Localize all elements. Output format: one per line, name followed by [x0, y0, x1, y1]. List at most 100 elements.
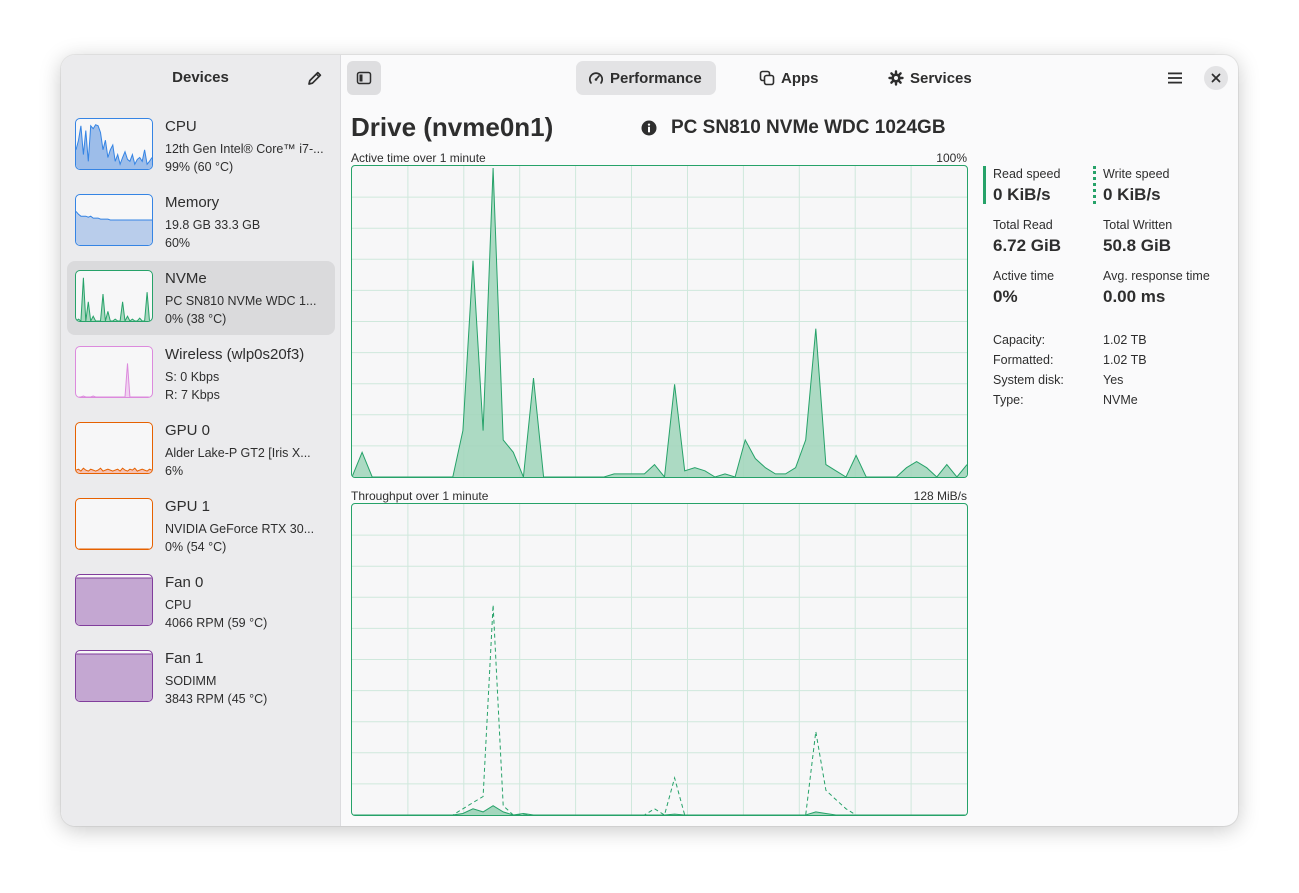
speedometer-icon [588, 72, 604, 84]
tab-performance[interactable]: Performance [576, 61, 716, 95]
thumbnail-graph [76, 467, 152, 473]
write-speed-value: 0 KiB/s [1103, 185, 1161, 204]
fan0-graph [75, 574, 153, 626]
device-name: Fan 0 [165, 574, 204, 591]
sidebar-toggle-icon [356, 71, 372, 85]
total-written-value: 50.8 GiB [1103, 236, 1172, 255]
thumbnail-area [76, 363, 152, 397]
device-usage: 4066 RPM (59 °C) [165, 616, 268, 630]
read-speed-value: 0 KiB/s [993, 185, 1051, 204]
devices-sidebar: Devices CPU 12th Gen Intel® Core™ i7-...… [61, 55, 341, 826]
gear-icon [888, 70, 904, 86]
thumbnail-graph [76, 124, 152, 169]
throughput-chart-label: Throughput over 1 minute [351, 489, 489, 503]
close-icon [1211, 73, 1221, 83]
device-usage: 3843 RPM (45 °C) [165, 692, 268, 706]
pencil-icon [308, 71, 322, 85]
write-speed-indicator [1093, 166, 1096, 204]
device-name: CPU [165, 118, 197, 135]
gpu1-graph [75, 498, 153, 550]
device-name: Wireless (wlp0s20f3) [165, 346, 305, 363]
avg-response-value: 0.00 ms [1103, 287, 1166, 306]
device-detail: PC SN810 NVMe WDC 1... [165, 294, 317, 308]
total-written-label: Total Written [1103, 218, 1173, 232]
device-usage: 99% (60 °C) [165, 160, 234, 174]
thumbnail-graph [76, 653, 152, 701]
device-usage: 0% (38 °C) [165, 312, 227, 326]
device-detail: CPU [165, 598, 192, 612]
cpu-graph [75, 118, 153, 170]
formatted-value: 1.02 TB [1103, 353, 1147, 367]
device-item-wireless[interactable]: Wireless (wlp0s20f3) S: 0 Kbps R: 7 Kbps [67, 337, 335, 411]
device-name: GPU 1 [165, 498, 211, 515]
sidebar-toggle-button[interactable] [347, 61, 381, 95]
nvme-graph [75, 270, 153, 322]
throughput-max-label: 128 MiB/s [913, 489, 967, 503]
formatted-key: Formatted: [993, 353, 1054, 367]
tab-services[interactable]: Services [876, 61, 988, 95]
total-read-value: 6.72 GiB [993, 236, 1062, 255]
device-item-nvme[interactable]: NVMe PC SN810 NVMe WDC 1... 0% (38 °C) [67, 261, 335, 335]
sidebar-title: Devices [172, 69, 229, 86]
thumbnail-graph [76, 277, 152, 321]
device-name: Memory [165, 194, 220, 211]
device-detail: Alder Lake-P GT2 [Iris X... [165, 446, 311, 460]
active-time-chart-label: Active time over 1 minute [351, 151, 486, 165]
read-speed-label: Read speed [993, 167, 1061, 181]
read-throughput-line [352, 805, 967, 815]
hamburger-menu-icon [1168, 72, 1182, 84]
app-window: Devices CPU 12th Gen Intel® Core™ i7-...… [61, 55, 1238, 826]
device-item-fan-0[interactable]: Fan 0 CPU 4066 RPM (59 °C) [67, 565, 335, 639]
thumbnail-graph [76, 548, 152, 549]
thumbnail-graph [76, 577, 152, 625]
memory-graph [75, 194, 153, 246]
device-detail: SODIMM [165, 674, 217, 688]
device-detail: S: 0 Kbps [165, 370, 220, 384]
write-speed-label: Write speed [1103, 167, 1170, 181]
device-item-fan-1[interactable]: Fan 1 SODIMM 3843 RPM (45 °C) [67, 641, 335, 715]
info-icon[interactable] [641, 120, 657, 136]
apps-icon [759, 70, 775, 86]
device-name: GPU 0 [165, 422, 211, 439]
device-usage: 60% [165, 236, 191, 250]
device-usage: R: 7 Kbps [165, 388, 220, 402]
main-menu-button[interactable] [1163, 66, 1187, 90]
tab-label: Performance [610, 69, 702, 87]
sidebar-header: Devices [61, 55, 340, 101]
throughput-graph [352, 504, 967, 815]
device-item-gpu-1[interactable]: GPU 1 NVIDIA GeForce RTX 30... 0% (54 °C… [67, 489, 335, 563]
active-time-max-label: 100% [936, 151, 967, 165]
avg-response-label: Avg. response time [1103, 269, 1210, 283]
total-read-label: Total Read [993, 218, 1053, 232]
fan1-graph [75, 650, 153, 702]
edit-button[interactable] [303, 66, 327, 90]
capacity-value: 1.02 TB [1103, 333, 1147, 347]
tab-label: Apps [781, 69, 819, 87]
thumbnail-graph [76, 211, 152, 245]
main-panel: Performance Apps Services Drive (nvme0n1… [341, 55, 1238, 826]
capacity-key: Capacity: [993, 333, 1046, 347]
device-detail: 12th Gen Intel® Core™ i7-... [165, 142, 324, 156]
active-time-value: 0% [993, 287, 1018, 306]
page-title: Drive (nvme0n1) [351, 112, 554, 142]
active-time-line [352, 167, 967, 477]
system-disk-key: System disk: [993, 373, 1064, 387]
throughput-chart [351, 503, 968, 816]
active-time-area [352, 168, 967, 477]
type-key: Type: [993, 393, 1024, 407]
device-item-memory[interactable]: Memory 19.8 GB 33.3 GB 60% [67, 185, 335, 259]
thumbnail-area [76, 578, 152, 625]
read-speed-indicator [983, 166, 986, 204]
tab-label: Services [910, 69, 972, 87]
thumbnail-line [76, 363, 152, 397]
type-value: NVMe [1103, 393, 1138, 407]
thumbnail-area [76, 277, 152, 321]
device-item-gpu-0[interactable]: GPU 0 Alder Lake-P GT2 [Iris X... 6% [67, 413, 335, 487]
device-item-cpu[interactable]: CPU 12th Gen Intel® Core™ i7-... 99% (60… [67, 109, 335, 183]
close-button[interactable] [1204, 66, 1228, 90]
active-time-chart [351, 165, 968, 478]
tab-apps[interactable]: Apps [747, 61, 833, 95]
device-detail: 19.8 GB 33.3 GB [165, 218, 261, 232]
system-disk-value: Yes [1103, 373, 1124, 387]
device-name: Fan 1 [165, 650, 204, 667]
